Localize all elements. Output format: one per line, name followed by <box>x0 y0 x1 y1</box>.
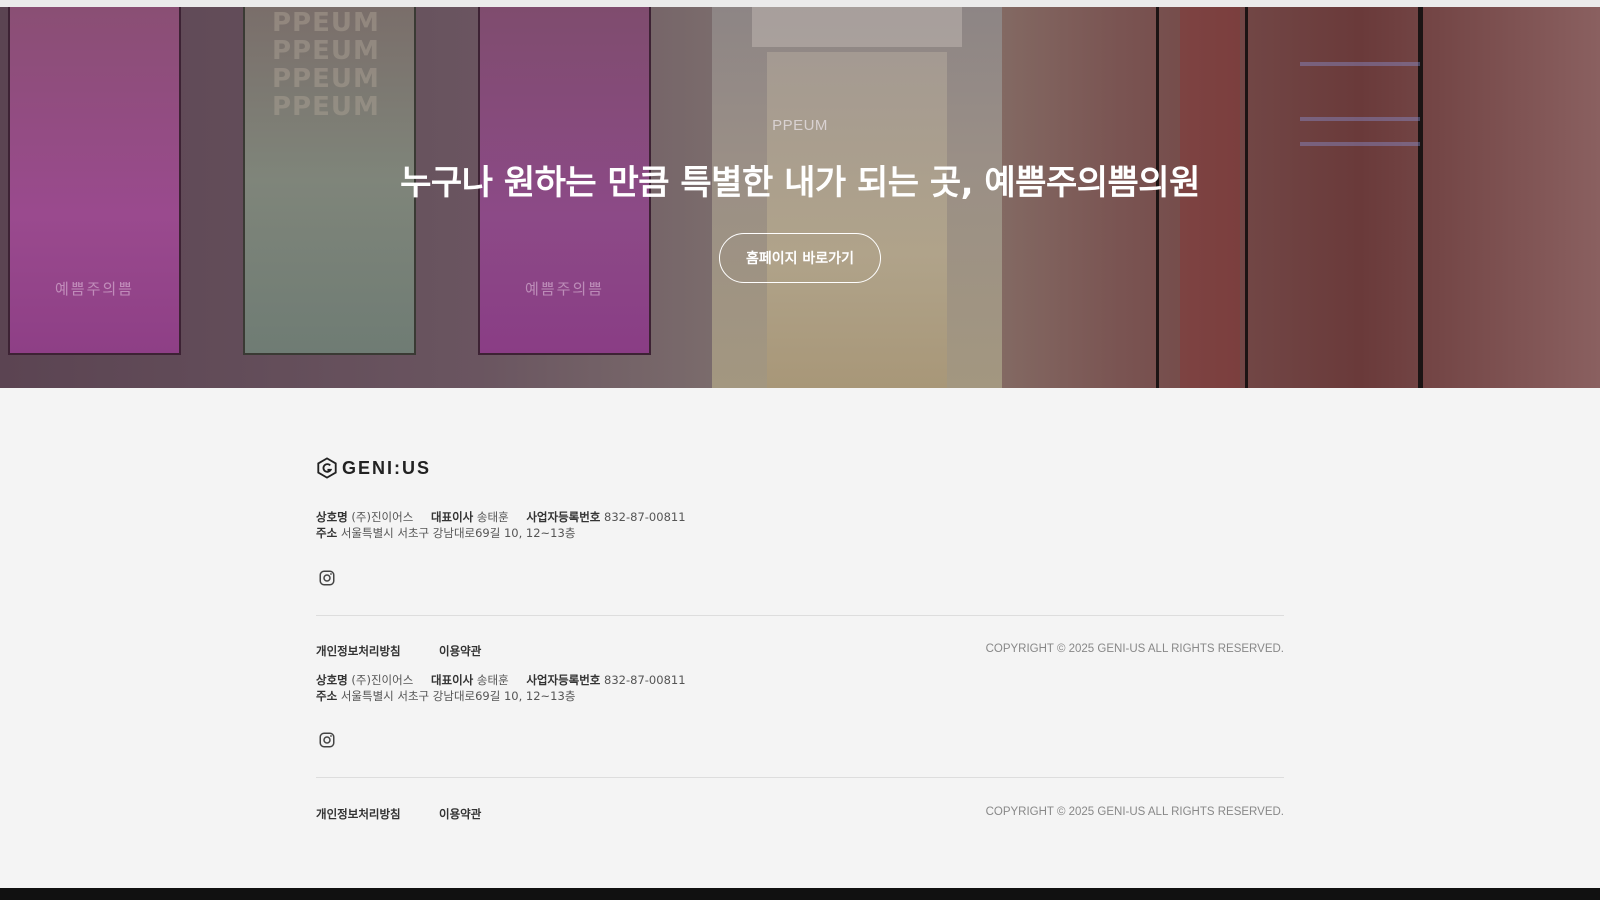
hero-content: PPEUM 누구나 원하는 만큼 특별한 내가 되는 곳, 예쁨주의쁨의원 홈페… <box>0 7 1600 388</box>
bottom-bar <box>0 888 1600 900</box>
company-info-row: 상호명 (주)진이어스 대표이사 송태훈 사업자등록번호 832-87-0081… <box>316 510 686 524</box>
copyright-text: COPYRIGHT © 2025 GENI-US ALL RIGHTS RESE… <box>985 643 1284 655</box>
footer-divider <box>316 777 1284 778</box>
footer-logo: GENI:US <box>316 457 431 479</box>
address-row: 주소 서울특별시 서초구 강남대로69길 10, 12~13층 <box>316 689 576 703</box>
address-row: 주소 서울특별시 서초구 강남대로69길 10, 12~13층 <box>316 526 576 540</box>
hero-banner: 예쁨주의쁨 PPEUM PPEUM PPEUM PPEUM 예쁨주의쁨 PPEU… <box>0 7 1600 388</box>
hero-title: 누구나 원하는 만큼 특별한 내가 되는 곳, 예쁨주의쁨의원 <box>400 163 1200 203</box>
terms-link[interactable]: 이용약관 <box>439 806 481 822</box>
privacy-policy-link[interactable]: 개인정보처리방침 <box>316 643 401 659</box>
hero-eyebrow: PPEUM <box>772 117 828 134</box>
logo-icon <box>317 457 337 479</box>
logo-text: GENI:US <box>342 457 432 478</box>
privacy-policy-link[interactable]: 개인정보처리방침 <box>316 806 401 822</box>
top-strip <box>0 0 1600 7</box>
company-info-row: 상호명 (주)진이어스 대표이사 송태훈 사업자등록번호 832-87-0081… <box>316 673 686 687</box>
instagram-icon[interactable] <box>318 569 336 587</box>
instagram-icon[interactable] <box>318 731 336 749</box>
copyright-text: COPYRIGHT © 2025 GENI-US ALL RIGHTS RESE… <box>985 806 1284 818</box>
terms-link[interactable]: 이용약관 <box>439 643 481 659</box>
homepage-button[interactable]: 홈페이지 바로가기 <box>719 233 881 283</box>
footer-divider <box>316 615 1284 616</box>
